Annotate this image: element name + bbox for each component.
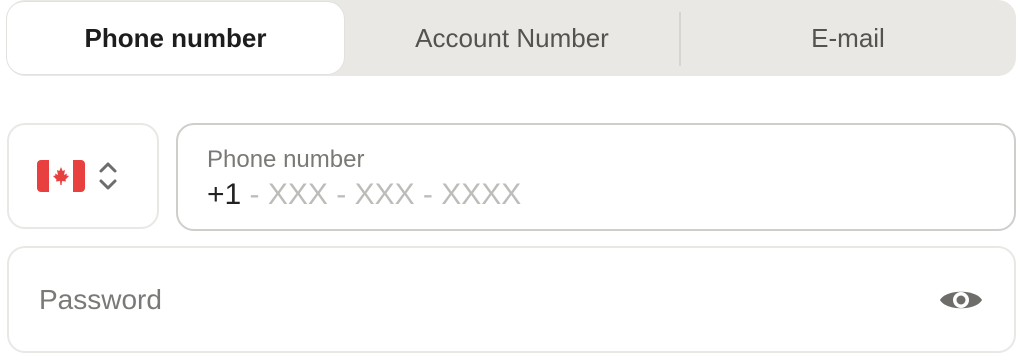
tab-account-number[interactable]: Account Number	[344, 0, 680, 76]
password-field[interactable]: Password	[7, 246, 1016, 353]
tab-phone-number[interactable]: Phone number	[7, 2, 344, 74]
phone-number-input[interactable]: +1 - XXX - XXX - XXXX	[207, 178, 521, 212]
phone-number-label: Phone number	[207, 146, 365, 173]
country-code: +1	[207, 178, 242, 211]
eye-icon[interactable]	[938, 285, 984, 315]
password-placeholder: Password	[39, 284, 162, 315]
login-method-tabs: Phone number Account Number E-mail	[7, 0, 1016, 76]
country-selector[interactable]	[7, 123, 159, 229]
chevron-up-down-icon	[99, 162, 117, 190]
phone-number-field[interactable]: Phone number +1 - XXX - XXX - XXXX	[176, 123, 1016, 231]
phone-number-placeholder: - XXX - XXX - XXXX	[241, 178, 522, 211]
tab-email[interactable]: E-mail	[680, 0, 1016, 76]
canada-flag-icon	[37, 160, 85, 192]
